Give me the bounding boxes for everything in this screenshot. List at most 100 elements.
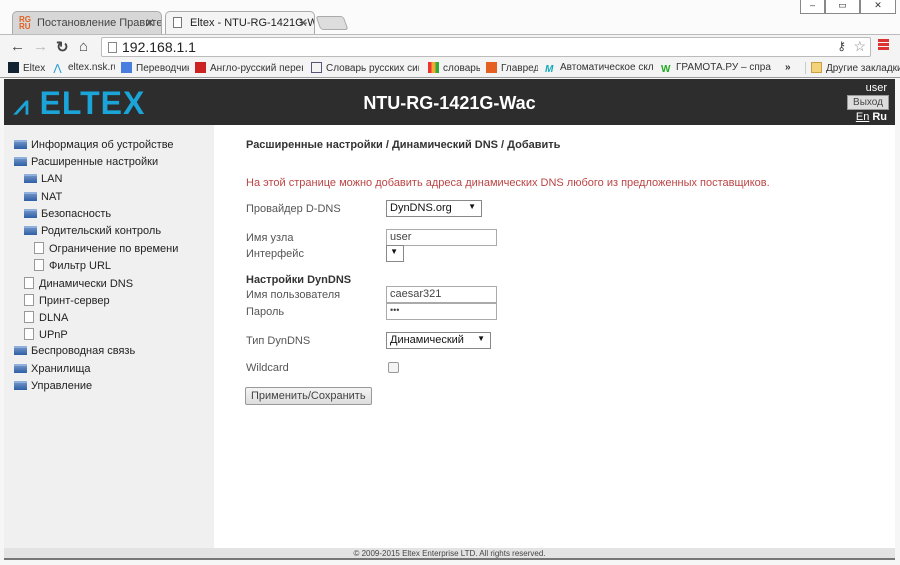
dyndns-section-title: Настройки DynDNS [246, 274, 352, 286]
sidebar-item[interactable]: Безопасность [24, 208, 111, 220]
key-icon[interactable]: ⚷ [837, 39, 846, 53]
bookmark-sklonenie[interactable]: M Автоматическое склон [545, 62, 653, 75]
main-content: Расширенные настройки / Динамический DNS… [214, 125, 895, 548]
select-value: DynDNS.org [390, 202, 452, 214]
sidebar-item[interactable]: Управление [14, 380, 92, 392]
new-tab-button[interactable] [315, 16, 349, 30]
sidebar-item[interactable]: Расширенные настройки [14, 156, 158, 168]
m-icon: M [545, 64, 554, 75]
sidebar-item[interactable]: NAT [24, 191, 62, 203]
host-input[interactable]: user [386, 229, 497, 246]
bookmark-label: Автоматическое склон [560, 62, 653, 73]
username-input[interactable]: caesar321 [386, 286, 497, 303]
interface-select[interactable]: ▼ [386, 245, 404, 262]
document-icon [24, 311, 34, 323]
bookmark-label: словарь [443, 63, 480, 74]
document-icon [24, 293, 34, 306]
dyndns-type-select[interactable]: Динамический ▼ [386, 332, 491, 349]
sidebar-item-label: Управление [31, 379, 93, 392]
page-icon [108, 42, 117, 53]
sidebar-item[interactable]: Беспроводная связь [14, 345, 135, 357]
close-tab-icon[interactable]: ✕ [298, 16, 308, 30]
address-bar[interactable]: 192.168.1.1 ⚷ ☆ [101, 37, 871, 57]
chevron-down-icon: ▼ [468, 202, 476, 211]
more-bookmarks-button[interactable]: » [785, 62, 791, 73]
page-footer: © 2009-2015 Eltex Enterprise LTD. All ri… [4, 548, 895, 560]
other-bookmarks[interactable]: Другие закладки [805, 62, 900, 74]
close-tab-icon[interactable]: ✕ [145, 16, 155, 30]
bookmark-label: Словарь русских синон [326, 63, 419, 74]
sidebar-item-label: Ограничение по времени [49, 243, 179, 256]
bookmark-eltex-nsk[interactable]: ⋀ eltex.nsk.ru [53, 62, 115, 73]
breadcrumb: Расширенные настройки / Динамический DNS… [246, 139, 561, 151]
folder-icon [14, 380, 27, 390]
folder-icon [811, 62, 822, 73]
rg-icon: RG RU [19, 15, 31, 31]
sidebar-item[interactable]: LAN [24, 173, 62, 185]
sidebar-item-label: Принт-сервер [39, 294, 110, 307]
bookmarks-bar: Eltex ⋀ eltex.nsk.ru Переводчик Англо-рус… [0, 58, 900, 78]
bookmark-synonyms[interactable]: Словарь русских синон [311, 62, 419, 74]
reload-icon[interactable]: ↻ [56, 38, 69, 56]
lang-ru-link[interactable]: Ru [872, 111, 887, 123]
logout-button[interactable]: Выход [847, 95, 889, 110]
book-icon [195, 62, 206, 73]
sidebar-item-label: LAN [41, 173, 63, 186]
forward-icon[interactable]: → [33, 38, 48, 55]
browser-titlebar: RGRU Постановление Правительс ✕ Eltex - … [0, 0, 900, 34]
home-icon[interactable]: ⌂ [79, 38, 88, 55]
document-icon [24, 276, 34, 289]
tab-postanovlenie[interactable]: RGRU Постановление Правительс ✕ [12, 11, 162, 34]
sidebar-item[interactable]: Родительский контроль [24, 225, 161, 237]
sidebar-item-label: Хранилища [31, 362, 91, 375]
sidebar-item[interactable]: Хранилища [14, 363, 91, 375]
sidebar-item-label: Расширенные настройки [31, 156, 159, 169]
glavred-icon [486, 62, 497, 73]
sidebar-item[interactable]: Принт-сервер [24, 293, 110, 307]
wildcard-checkbox[interactable] [388, 362, 399, 373]
bookmark-anglo-russian[interactable]: Англо-русский перевод [195, 62, 303, 74]
sidebar-item[interactable]: UPnP [24, 328, 68, 341]
username-label: Имя пользователя [246, 289, 341, 301]
provider-select[interactable]: DynDNS.org ▼ [386, 200, 482, 217]
wildcard-label: Wildcard [246, 362, 289, 374]
sidebar-item[interactable]: Информация об устройстве [14, 139, 174, 151]
menu-icon[interactable] [878, 39, 889, 50]
folder-icon [14, 140, 27, 149]
document-icon [34, 242, 44, 255]
tab-eltex[interactable]: Eltex - NTU-RG-1421G-Wac ✕ [165, 11, 315, 34]
bookmark-gramota[interactable]: W ГРАМОТА.РУ – справо [661, 62, 771, 75]
sidebar-item-label: Динамически DNS [39, 277, 134, 290]
bookmark-translator[interactable]: Переводчик [121, 62, 189, 74]
sidebar-item[interactable]: Динамически DNS [24, 276, 134, 290]
folder-icon [24, 226, 37, 235]
sidebar-item-label: Беспроводная связь [31, 345, 136, 358]
bookmark-label: Переводчик [136, 63, 189, 74]
password-label: Пароль [246, 306, 285, 318]
sidebar-item[interactable]: Ограничение по времени [34, 242, 178, 255]
back-icon[interactable]: ← [10, 38, 25, 55]
bookmark-glavred[interactable]: Главред [486, 62, 538, 74]
apply-save-button[interactable]: Применить/Сохранить [245, 387, 372, 405]
lang-en-link[interactable]: En [856, 111, 869, 123]
bookmark-slovar[interactable]: словарь [428, 62, 480, 74]
page-icon [173, 17, 182, 28]
interface-label: Интерфейс [246, 248, 304, 260]
sidebar-item[interactable]: Фильтр URL [34, 259, 111, 272]
minimize-button[interactable]: – [800, 0, 825, 14]
sidebar-item-label: Родительский контроль [41, 225, 162, 237]
sidebar-nav: Информация об устройстве Расширенные наст… [4, 125, 214, 548]
host-label: Имя узла [246, 232, 294, 244]
url-text: 192.168.1.1 [122, 39, 196, 55]
folder-icon [24, 174, 37, 184]
bookmark-eltex[interactable]: Eltex [8, 62, 48, 74]
close-window-button[interactable]: ✕ [860, 0, 896, 14]
translate-icon [121, 62, 132, 73]
page-header: ⩘ ELTEX NTU-RG-1421G-Wac user Выход En Ru [4, 79, 895, 125]
folder-icon [24, 191, 37, 201]
sidebar-item[interactable]: DLNA [24, 311, 68, 324]
password-input[interactable]: ••• [386, 303, 497, 320]
maximize-button[interactable]: ▭ [825, 0, 860, 14]
star-icon[interactable]: ☆ [853, 38, 866, 55]
page-description: На этой странице можно добавить адреса д… [246, 177, 770, 189]
